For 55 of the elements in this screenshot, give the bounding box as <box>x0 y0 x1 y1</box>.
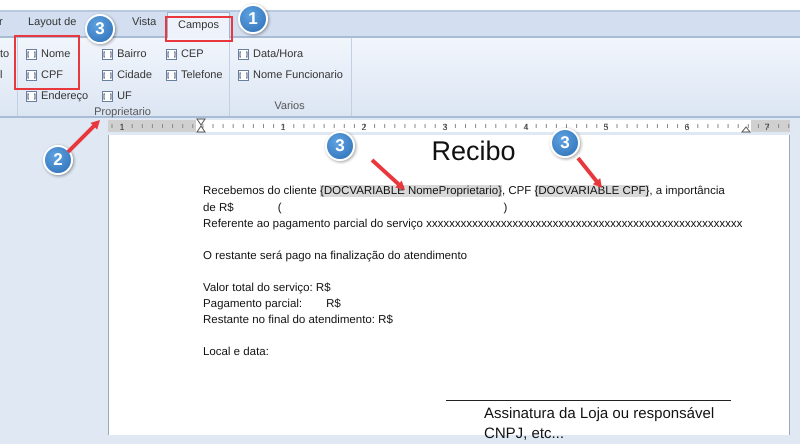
signature-text: Assinatura da Loja ou responsável <box>484 404 716 424</box>
field-button[interactable]: Nome Funcionario <box>238 67 343 83</box>
document-text: Local e data: <box>203 346 269 358</box>
ruler-number: 6 <box>684 122 690 132</box>
field-button[interactable]: Bairro <box>102 46 152 62</box>
ruler-number: 1 <box>280 122 286 132</box>
parenthesis: ) <box>504 200 508 216</box>
document-text: Referente ao pagamento parcial do serviço xxxxxxxxxxxxxxxxxxxxxxxxxxxxxxxxxxxxxxxxxxxxxxxxxxxxxxx <box>203 218 742 230</box>
field-icon <box>166 70 177 80</box>
field-button[interactable]: CPF <box>26 67 88 83</box>
group-label: Proprietario <box>94 105 151 120</box>
document-text: Valor total do serviço: R$ <box>203 282 331 294</box>
document-paragraph: Recebemos do cliente {DOCVARIABLE NomeProprietario}, CPF {DOCVARIABLE CPF}, a importância <box>203 184 725 199</box>
ribbon-button[interactable]: to <box>0 46 10 62</box>
field-button[interactable]: Cidade <box>102 67 152 83</box>
field-icon <box>166 48 177 60</box>
field-icon <box>102 90 114 102</box>
field-button[interactable]: Telefone <box>166 67 223 83</box>
ruler-number: 5 <box>604 122 608 132</box>
document-text: O restante será pago na finalização do atendimento <box>203 250 468 262</box>
callout-arrow <box>66 120 100 154</box>
field-button[interactable]: Nome <box>26 46 88 62</box>
highlight-frame <box>14 35 80 90</box>
field-icon <box>26 90 37 102</box>
field-button[interactable]: CEP <box>166 46 223 62</box>
field-icon <box>238 70 249 80</box>
document-text: de R$ <box>203 200 234 216</box>
currency-text: R$ <box>326 296 341 312</box>
ribbon-tab[interactable]: r <box>0 10 9 31</box>
ruler-number: 2 <box>362 122 366 132</box>
highlight-frame <box>165 16 233 42</box>
ribbon-button[interactable]: l <box>0 67 10 83</box>
field-button[interactable]: UF <box>102 88 152 104</box>
group-label: Varios <box>274 98 305 114</box>
field-label: Pagamento parcial: <box>203 296 302 312</box>
field-icon <box>102 48 114 60</box>
document-text: Restante no final do atendimento: R$ <box>203 314 393 326</box>
ruler-number: 7 <box>764 122 770 132</box>
field-icon <box>26 48 37 60</box>
field-icon <box>26 70 37 80</box>
ribbon-tab[interactable]: Layout de <box>22 10 82 31</box>
field-icon <box>238 48 249 60</box>
document-title: Recibo <box>431 137 516 167</box>
field-icon <box>102 70 114 80</box>
field-button[interactable]: Endereço <box>26 88 88 104</box>
ribbon-tab[interactable]: Vista <box>126 10 162 31</box>
parenthesis: ( <box>278 200 282 216</box>
ruler-margin <box>751 120 790 132</box>
field-button[interactable]: Data/Hora <box>238 46 343 62</box>
signature-text: CNPJ, etc... <box>484 424 566 444</box>
ruler-number: 4 <box>524 122 528 132</box>
indent-marker[interactable] <box>740 126 752 132</box>
step-badge: 2 <box>43 145 73 175</box>
ruler-number: 3 <box>442 122 448 132</box>
ruler-number: 1 <box>120 122 124 132</box>
